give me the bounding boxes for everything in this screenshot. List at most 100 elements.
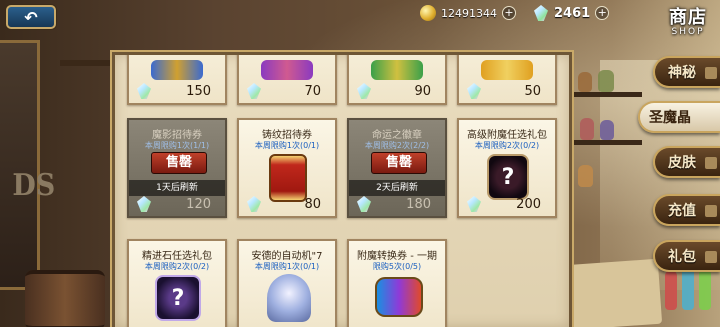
shop-item-card[interactable]: 魔影招待券 本周限购1次(1/1) 售罄 1天后刷新 120: [127, 118, 227, 218]
potion-bottle: [665, 270, 677, 310]
shelf: [572, 92, 642, 97]
shop-item-card[interactable]: 90: [347, 55, 447, 105]
price: 50: [524, 83, 541, 99]
add-gem-button[interactable]: +: [595, 6, 610, 20]
tab-gift-packs[interactable]: 礼包: [653, 240, 720, 272]
shop-item-card[interactable]: 铸纹招待券 本周限购1次(0/1) 80: [237, 118, 337, 218]
item-name: 高级附魔任选礼包: [467, 130, 547, 141]
sold-out-badge: 售罄: [151, 152, 207, 174]
gem-icon: [137, 83, 151, 99]
purchase-limit: 本周限购1次(1/1): [144, 141, 210, 150]
wall-sign: [0, 40, 40, 290]
purchase-limit: 本周限购2次(0/2): [474, 141, 540, 150]
gem-icon: [467, 196, 481, 212]
tab-skins[interactable]: 皮肤: [653, 146, 720, 178]
refresh-timer: 1天后刷新: [129, 180, 225, 196]
potion-bottle: [699, 268, 711, 310]
price: 150: [186, 83, 211, 99]
gold-amount: 12491344: [441, 6, 497, 20]
shelf: [60, 60, 110, 66]
gem-amount: 2461: [554, 5, 591, 21]
item-icon: [151, 60, 203, 80]
shop-item-card[interactable]: 精进石任选礼包 本周限购2次(0/2) ?: [127, 239, 227, 327]
price-row: 50: [463, 83, 551, 99]
jar: [578, 165, 593, 187]
price: 90: [414, 83, 431, 99]
gem-icon: [247, 196, 261, 212]
mystery-scroll-icon: ?: [487, 154, 529, 200]
wall-sign-letters: DS: [12, 168, 56, 203]
purchase-limit: 本周限购2次(0/2): [144, 262, 210, 271]
shop-item-card[interactable]: 高级附魔任选礼包 本周限购2次(0/2) ? 200: [457, 118, 557, 218]
currency-bar: 12491344 + 2461 +: [420, 0, 625, 26]
shop-item-card[interactable]: 70: [237, 55, 337, 105]
page-title: 商店 SHOP: [656, 3, 720, 37]
gold-coin-icon: [420, 5, 436, 21]
sold-out-badge: 售罄: [371, 152, 427, 174]
tab-label: 礼包: [668, 249, 696, 265]
purchase-limit: 本周限购2次(2/2): [364, 141, 430, 150]
jar: [580, 118, 594, 140]
tab-holy-crystal[interactable]: 圣魔晶: [638, 101, 720, 133]
back-arrow-icon: ↶: [24, 7, 38, 27]
shop-panel[interactable]: 150 70 90 50 魔影招待券 本周限购1次(1/1) 售罄 1天后刷新 …: [112, 52, 572, 327]
item-name: 安德的自动机"7: [251, 251, 323, 262]
tab-label: 皮肤: [668, 155, 696, 171]
map-parchment: [562, 258, 663, 327]
robot-icon: [267, 274, 311, 322]
gem-icon: [357, 83, 371, 99]
shop-item-card[interactable]: 命运之徽章 本周限购2次(2/2) 售罄 2天后刷新 180: [347, 118, 447, 218]
red-scroll-icon: [269, 154, 307, 202]
back-button[interactable]: ↶: [6, 5, 56, 29]
price: 70: [304, 83, 321, 99]
title-cn: 商店: [669, 7, 707, 28]
price: 80: [304, 196, 321, 212]
shop-item-card[interactable]: 附魔转换券 - 一期 限购5次(0/5): [347, 239, 447, 327]
price: 120: [186, 196, 211, 212]
blue-scroll-icon: [375, 277, 423, 317]
gem-icon: [137, 196, 151, 212]
item-name: 精进石任选礼包: [142, 251, 212, 262]
barrel: [25, 270, 105, 327]
tab-label: 神秘: [668, 65, 696, 81]
price: 200: [516, 196, 541, 212]
purchase-limit: 限购5次(0/5): [372, 262, 422, 271]
gem-icon: [467, 83, 481, 99]
price-row: 180: [353, 196, 441, 212]
item-name: 魔影招待券: [152, 130, 202, 141]
add-gold-button[interactable]: +: [502, 6, 516, 20]
price: 180: [406, 196, 431, 212]
tab-label: 充值: [668, 203, 696, 219]
item-name: 附魔转换券 - 一期: [357, 251, 437, 262]
item-name: 命运之徽章: [372, 130, 422, 141]
price-row: 200: [463, 196, 551, 212]
price-row: 80: [243, 196, 331, 212]
shelf: [572, 140, 642, 145]
price-row: 70: [243, 83, 331, 99]
tab-mystery[interactable]: 神秘: [653, 56, 720, 88]
price-row: 150: [133, 83, 221, 99]
title-en: SHOP: [671, 27, 705, 37]
purchase-limit: 本周限购1次(0/1): [254, 141, 320, 150]
tab-marker-icon: [705, 157, 717, 169]
item-name: 铸纹招待券: [262, 130, 312, 141]
jar: [578, 72, 592, 92]
tab-label: 圣魔晶: [649, 110, 691, 126]
price-row: 90: [353, 83, 441, 99]
shop-item-card[interactable]: 50: [457, 55, 557, 105]
tab-recharge[interactable]: 充值: [653, 194, 720, 226]
shop-item-card[interactable]: 150: [127, 55, 227, 105]
gem-icon: [534, 5, 548, 21]
jar: [598, 70, 614, 92]
tab-marker-icon: [705, 251, 717, 263]
jar: [600, 120, 614, 140]
price-row: 120: [133, 196, 221, 212]
gem-icon: [247, 83, 261, 99]
item-icon: [481, 60, 533, 80]
tab-marker-icon: [705, 205, 717, 217]
refresh-timer: 2天后刷新: [349, 180, 445, 196]
item-icon: [261, 60, 313, 80]
tab-marker-icon: [705, 67, 717, 79]
shop-item-card[interactable]: 安德的自动机"7 本周限购1次(0/1): [237, 239, 337, 327]
purchase-limit: 本周限购1次(0/1): [254, 262, 320, 271]
